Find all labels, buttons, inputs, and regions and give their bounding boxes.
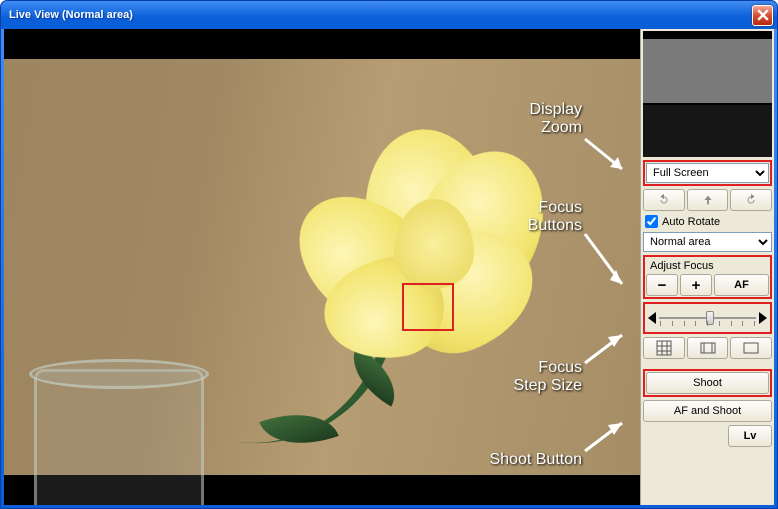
rotate-row xyxy=(643,189,772,211)
titlebar[interactable]: Live View (Normal area) xyxy=(1,1,777,29)
arrow-up-icon xyxy=(701,193,715,207)
jar-illustration xyxy=(34,369,204,505)
arrow-icon xyxy=(580,417,630,457)
slider-right-arrow-icon[interactable] xyxy=(759,312,767,324)
highlight-shoot: Shoot xyxy=(643,369,772,397)
annotation-focus-step: FocusStep Size xyxy=(514,359,582,396)
auto-rotate-row[interactable]: Auto Rotate xyxy=(643,214,772,229)
annotation-shoot-button: Shoot Button xyxy=(489,451,582,469)
close-button[interactable] xyxy=(752,5,773,26)
arrow-icon xyxy=(580,329,630,369)
histogram-display xyxy=(643,31,772,157)
arrow-icon xyxy=(580,224,630,294)
annotation-display-zoom: DisplayZoom xyxy=(530,101,582,138)
client-area: DisplayZoom FocusButtons FocusStep Size … xyxy=(4,29,774,505)
area-select[interactable]: Normal area xyxy=(643,232,772,252)
annotation-focus-buttons: FocusButtons xyxy=(528,199,582,236)
highlight-step-slider xyxy=(643,302,772,334)
lv-button[interactable]: Lv xyxy=(728,425,772,447)
focus-plus-button[interactable]: + xyxy=(680,274,712,296)
rotate-ccw-icon xyxy=(657,193,671,207)
control-sidebar: Full Screen Auto Rotate Normal area Adju… xyxy=(640,29,774,505)
slider-left-arrow-icon[interactable] xyxy=(648,312,656,324)
focus-minus-button[interactable]: − xyxy=(646,274,678,296)
arrow-icon xyxy=(580,129,630,179)
frame-icon xyxy=(743,340,759,356)
grid-overlay-button[interactable] xyxy=(643,337,685,359)
rotate-cw-icon xyxy=(744,193,758,207)
frame-overlay-button[interactable] xyxy=(730,337,772,359)
af-and-shoot-button[interactable]: AF and Shoot xyxy=(643,400,772,422)
flip-up-button[interactable] xyxy=(687,189,729,211)
aspect-overlay-button[interactable] xyxy=(687,337,729,359)
rotate-ccw-button[interactable] xyxy=(643,189,685,211)
auto-rotate-checkbox[interactable] xyxy=(645,215,658,228)
highlight-adjust-focus: Adjust Focus − + AF xyxy=(643,255,772,299)
aspect-icon xyxy=(700,340,716,356)
highlight-zoom-select: Full Screen xyxy=(643,160,772,186)
focus-rectangle[interactable] xyxy=(402,283,454,331)
adjust-focus-label: Adjust Focus xyxy=(646,258,769,274)
slider-track[interactable] xyxy=(659,317,756,319)
slider-ticks xyxy=(660,321,755,327)
focus-step-slider[interactable] xyxy=(646,305,769,331)
live-preview[interactable]: DisplayZoom FocusButtons FocusStep Size … xyxy=(4,29,640,505)
close-icon xyxy=(757,9,769,21)
display-zoom-select[interactable]: Full Screen xyxy=(646,163,769,183)
grid-row xyxy=(643,337,772,359)
rotate-cw-button[interactable] xyxy=(730,189,772,211)
auto-rotate-label: Auto Rotate xyxy=(662,216,720,228)
window-title: Live View (Normal area) xyxy=(9,9,752,21)
af-button[interactable]: AF xyxy=(714,274,769,296)
shoot-button[interactable]: Shoot xyxy=(646,372,769,394)
grid-icon xyxy=(656,340,672,356)
live-view-window: Live View (Normal area) DisplayZoom Fo xyxy=(0,0,778,509)
